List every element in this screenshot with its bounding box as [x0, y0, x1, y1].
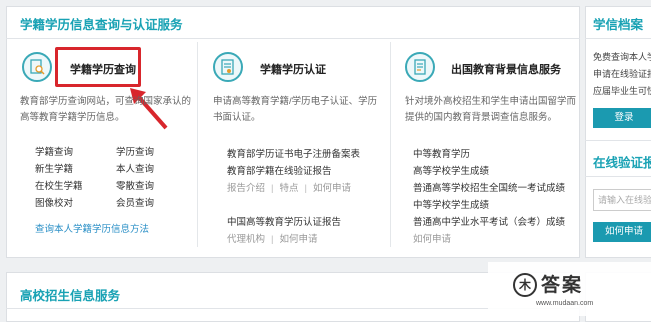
login-button[interactable]: 登录: [593, 108, 651, 128]
link-how-to-apply[interactable]: 如何申请: [313, 183, 351, 194]
divider: [585, 176, 651, 177]
section-title: 学籍学历信息查询与认证服务: [20, 18, 183, 32]
link-how-to-apply-3[interactable]: 如何申请: [413, 231, 451, 245]
link-report-intro[interactable]: 报告介绍: [227, 183, 265, 194]
document-icon: [405, 52, 435, 82]
search-document-icon: [22, 52, 52, 82]
link-self-query[interactable]: 本人查询: [116, 161, 154, 175]
bottom-section-title: 高校招生信息服务: [20, 289, 121, 303]
link-current-student[interactable]: 在校生学籍: [35, 178, 83, 192]
link-features[interactable]: 特点: [279, 183, 298, 194]
desc-line: 书面认证。: [213, 112, 261, 123]
separator: |: [271, 183, 274, 194]
desc-line: 高等教育学籍学历信息。: [20, 112, 125, 123]
col2-description: 申请高等教育学籍/学历电子认证、学历 书面认证。: [213, 94, 385, 126]
link-online-report[interactable]: 教育部学籍在线验证报告: [227, 163, 332, 177]
col-title-overseas[interactable]: 出国教育背景信息服务: [451, 61, 561, 77]
desc-line: 教育部学历查询网站，可查询国家承认的: [20, 96, 192, 107]
watermark-text: 答案: [541, 275, 584, 296]
link-cert-report[interactable]: 中国高等教育学历认证报告: [227, 214, 341, 228]
watermark-logo: 木: [513, 273, 537, 297]
column-divider: [197, 42, 198, 247]
side-text-line: 免费查询本人学: [593, 52, 651, 62]
link-college-grades[interactable]: 高等学校学生成绩: [413, 163, 489, 177]
divider: [585, 38, 651, 39]
desc-line: 提供的国内教育背景调查信息服务。: [405, 112, 558, 123]
link-secondary-grades[interactable]: 中等学校学生成绩: [413, 197, 489, 211]
separator: |: [304, 183, 307, 194]
side-panel: [585, 6, 651, 258]
separator: |: [271, 234, 274, 245]
side-text-line: 申请在线验证报: [593, 69, 651, 79]
link-secondary-edu[interactable]: 中等教育学历: [413, 146, 470, 160]
link-image-check[interactable]: 图像校对: [35, 195, 73, 209]
sub-links-2: 代理机构 | 如何申请: [227, 231, 318, 245]
link-huikao-grades[interactable]: 普通高中学业水平考试（会考）成绩: [413, 214, 565, 228]
watermark-url: www.mudaan.com: [536, 300, 594, 307]
side-text-line: 应届毕业生可快: [593, 86, 651, 96]
link-individual-query[interactable]: 零散查询: [116, 178, 154, 192]
link-new-student[interactable]: 新生学籍: [35, 161, 73, 175]
link-xueji-query[interactable]: 学籍查询: [35, 144, 73, 158]
col-title-certification[interactable]: 学籍学历认证: [260, 61, 326, 77]
verify-code-input[interactable]: 请输入在线验: [593, 189, 651, 211]
side-title: 学信档案: [593, 18, 644, 32]
col3-description: 针对境外高校招生和学生申请出国留学而 提供的国内教育背景调查信息服务。: [405, 94, 577, 126]
column-divider: [390, 42, 391, 247]
col1-description: 教育部学历查询网站，可查询国家承认的 高等教育学籍学历信息。: [20, 94, 192, 126]
divider: [6, 38, 580, 39]
link-how-to-apply-2[interactable]: 如何申请: [279, 234, 317, 245]
link-member-query[interactable]: 会员查询: [116, 195, 154, 209]
verify-title: 在线验证报: [593, 156, 651, 170]
link-xueli-query[interactable]: 学历查询: [116, 144, 154, 158]
link-query-method[interactable]: 查询本人学籍学历信息方法: [35, 221, 149, 235]
link-gaokao-grades[interactable]: 普通高等学校招生全国统一考试成绩: [413, 180, 565, 194]
certificate-icon: [213, 52, 243, 82]
divider: [585, 140, 651, 141]
link-registration-form[interactable]: 教育部学历证书电子注册备案表: [227, 146, 360, 160]
highlight-box: [55, 47, 141, 87]
sub-links: 报告介绍 | 特点 | 如何申请: [227, 180, 351, 194]
link-agency[interactable]: 代理机构: [227, 234, 265, 245]
desc-line: 针对境外高校招生和学生申请出国留学而: [405, 96, 577, 107]
desc-line: 申请高等教育学籍/学历电子认证、学历: [213, 96, 378, 107]
how-to-apply-button[interactable]: 如何申请: [593, 222, 651, 242]
